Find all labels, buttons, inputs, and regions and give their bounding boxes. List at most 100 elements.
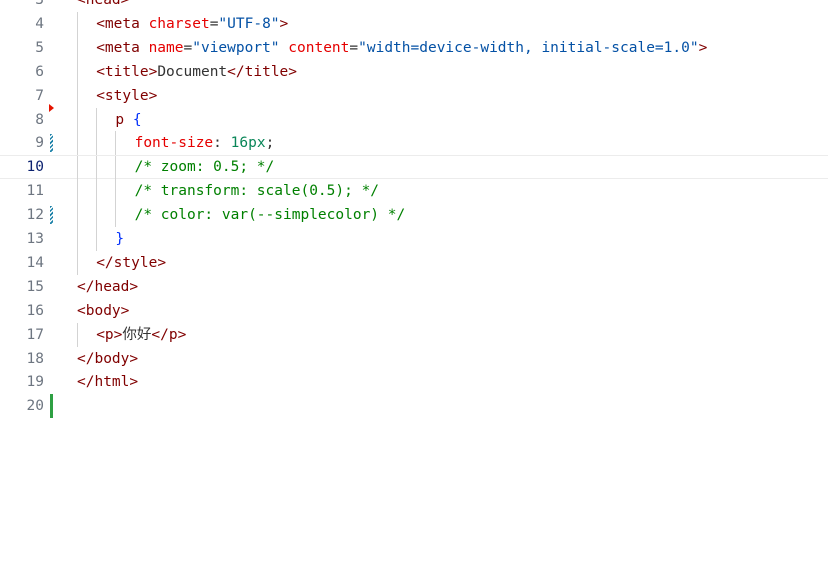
indent-guide — [77, 59, 78, 84]
code-token: style — [113, 254, 158, 271]
code-token: > — [177, 326, 187, 343]
gutter-deleted-marker[interactable] — [49, 103, 54, 112]
line-number: 5 — [35, 39, 44, 56]
code-editor[interactable]: 3 <head> 4 <meta charset="UTF-8"> 5 <meta nam… — [0, 0, 828, 582]
code-token: 16px — [230, 135, 266, 152]
code-text: <head> — [77, 0, 828, 12]
code-token: = — [349, 39, 359, 56]
code-line[interactable]: 12 /* color: var(--simplecolor) */ — [0, 203, 828, 228]
code-token: 你好 — [122, 326, 152, 343]
code-token: Document — [157, 63, 228, 80]
code-text: /* color: var(--simplecolor) */ — [135, 203, 828, 227]
line-number: 4 — [35, 15, 44, 32]
code-text: /* zoom: 0.5; */ — [135, 156, 828, 178]
code-line[interactable]: 18 </body> — [0, 347, 828, 371]
code-text: </style> — [96, 251, 828, 275]
code-text: <p>你好</p> — [96, 323, 828, 347]
code-token: p — [104, 326, 114, 343]
code-token: body — [94, 350, 130, 367]
code-line[interactable]: 11 /* transform: scale(0.5); */ — [0, 179, 828, 204]
code-token: "UTF-8" — [218, 15, 280, 32]
code-text: <title>Document</title> — [96, 60, 828, 84]
line-number: 17 — [26, 326, 44, 343]
code-token: /* transform: scale(0.5); */ — [134, 183, 380, 200]
code-token: "viewport" — [192, 39, 280, 56]
code-token: > — [129, 278, 139, 295]
line-number: 9 — [35, 135, 44, 152]
code-line[interactable]: 17 <p>你好</p> — [0, 322, 828, 347]
code-token: > — [129, 350, 139, 367]
code-token: > — [129, 374, 139, 391]
indent-guide — [77, 156, 78, 181]
code-text: </head> — [77, 275, 828, 299]
code-token: > — [157, 254, 167, 271]
code-line[interactable]: 20 — [0, 394, 828, 419]
code-token: } — [115, 231, 125, 247]
code-token: head — [85, 0, 121, 8]
code-token: ; — [265, 135, 275, 152]
code-line[interactable]: 16 <body> — [0, 299, 828, 323]
indent-guide — [77, 250, 78, 275]
code-line[interactable]: 14 </style> — [0, 250, 828, 275]
indent-guide — [77, 322, 78, 347]
line-number: 18 — [26, 350, 44, 367]
indent-guide — [96, 227, 98, 251]
line-number: 10 — [26, 159, 44, 176]
gutter-modified-marker[interactable] — [50, 206, 53, 225]
indent-guide — [115, 179, 117, 204]
gutter-modified-marker[interactable] — [50, 134, 53, 153]
code-line[interactable]: 15 </head> — [0, 275, 828, 299]
code-line[interactable]: 6 <title>Document</title> — [0, 59, 828, 84]
code-token: name — [148, 39, 184, 56]
line-number: 20 — [26, 398, 44, 415]
line-number: 6 — [35, 63, 44, 80]
code-token: </ — [77, 350, 95, 367]
indent-guide — [96, 179, 98, 204]
code-line[interactable]: 4 <meta charset="UTF-8"> — [0, 11, 828, 36]
code-token: > — [288, 63, 298, 80]
code-token: meta — [104, 39, 140, 56]
line-number: 16 — [26, 302, 44, 319]
line-number: 11 — [26, 183, 44, 200]
code-line[interactable]: 19 </html> — [0, 370, 828, 394]
code-token: < — [96, 15, 105, 32]
code-line[interactable]: 7 <style> — [0, 83, 828, 108]
gutter-added-marker[interactable] — [50, 394, 53, 419]
code-line[interactable]: 10 /* zoom: 0.5; */ — [0, 155, 828, 181]
code-token: > — [698, 39, 708, 56]
code-text: <meta charset="UTF-8"> — [96, 12, 828, 36]
code-line[interactable]: 9 font-size: 16px; — [0, 131, 828, 156]
indent-guide — [96, 131, 98, 156]
line-number: 14 — [26, 254, 44, 271]
code-line[interactable]: 13} — [0, 227, 828, 251]
code-token: = — [183, 39, 193, 56]
line-number: 15 — [26, 278, 44, 295]
indent-guide — [115, 131, 117, 156]
code-text: /* transform: scale(0.5); */ — [135, 179, 828, 203]
indent-guide — [77, 83, 78, 108]
indent-guide — [77, 203, 78, 228]
code-token: < — [77, 302, 86, 319]
code-token: content — [288, 39, 350, 56]
code-token: < — [96, 87, 105, 104]
code-text: <style> — [96, 84, 828, 108]
code-line[interactable]: 8 p { — [0, 103, 828, 132]
code-line[interactable]: 3 <head> — [0, 0, 828, 12]
code-text: font-size: 16px; — [135, 131, 828, 155]
code-text: <body> — [77, 299, 828, 323]
code-text: </html> — [77, 370, 828, 394]
code-token: font-size — [134, 135, 214, 152]
indent-guide — [77, 11, 78, 36]
code-token: charset — [148, 15, 210, 32]
indent-guide — [77, 179, 78, 204]
code-token: style — [104, 87, 149, 104]
code-token: > — [120, 302, 130, 319]
code-text: </body> — [77, 347, 828, 371]
code-token: p — [115, 111, 125, 128]
indent-guide — [96, 203, 98, 228]
code-token: < — [77, 0, 86, 8]
code-line[interactable]: 5 <meta name="viewport" content="width=de… — [0, 35, 828, 60]
